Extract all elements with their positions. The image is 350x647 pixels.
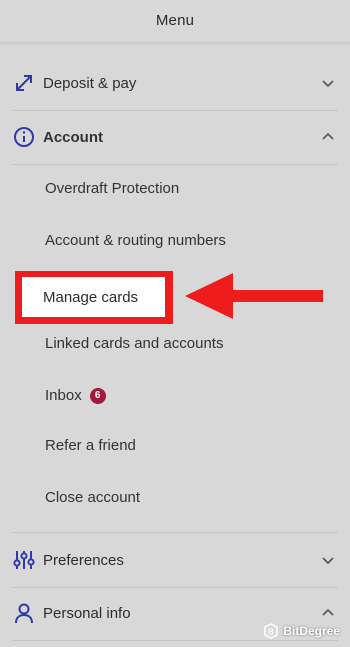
menu-item-label: Manage cards <box>43 288 139 306</box>
section-label: Preferences <box>43 551 124 569</box>
menu-item-label: Close account <box>45 489 141 506</box>
sliders-icon <box>12 548 36 572</box>
menu-item-manage-cards[interactable]: Manage cards <box>22 277 165 317</box>
menu-item-linked-cards-accounts[interactable]: Linked cards and accounts <box>45 335 223 352</box>
section-label: Account <box>43 128 103 146</box>
menu-item-close-account[interactable]: Close account <box>45 489 140 506</box>
menu-item-refer-a-friend[interactable]: Refer a friend <box>45 437 136 454</box>
section-deposit-pay[interactable]: Deposit & pay <box>12 56 338 111</box>
section-label: Personal info <box>43 604 131 622</box>
menu-item-label: Inbox <box>45 387 82 404</box>
menu-item-label: Account & routing numbers <box>45 232 226 249</box>
watermark-text: BitDegree <box>283 624 340 638</box>
menu-item-label: Overdraft Protection <box>45 180 180 197</box>
bitdegree-logo-icon: B <box>264 623 279 639</box>
chevron-down-icon <box>320 75 336 91</box>
chevron-down-icon <box>320 552 336 568</box>
page-title: Menu <box>155 11 195 29</box>
transfer-arrows-icon <box>12 71 36 95</box>
menu-header: Menu <box>0 0 350 43</box>
section-label: Deposit & pay <box>43 74 137 92</box>
menu-item-label: Linked cards and accounts <box>45 335 224 352</box>
menu-item-overdraft-protection[interactable]: Overdraft Protection <box>45 180 179 197</box>
menu-screen: Menu Deposit & pay Account Overdraft Pro… <box>0 0 350 647</box>
inbox-count-badge: 6 <box>89 387 106 404</box>
info-circle-icon <box>12 125 36 149</box>
person-icon <box>12 601 36 625</box>
menu-item-account-routing-numbers[interactable]: Account & routing numbers <box>45 232 226 249</box>
menu-item-inbox[interactable]: Inbox 6 <box>45 387 106 404</box>
svg-text:B: B <box>268 628 274 637</box>
section-account[interactable]: Account <box>12 110 338 165</box>
chevron-up-icon <box>320 605 336 621</box>
section-preferences[interactable]: Preferences <box>12 532 338 588</box>
chevron-up-icon <box>320 129 336 145</box>
menu-item-label: Refer a friend <box>45 437 136 454</box>
bitdegree-watermark: B BitDegree <box>263 623 340 639</box>
pointer-arrow-icon <box>185 273 323 319</box>
